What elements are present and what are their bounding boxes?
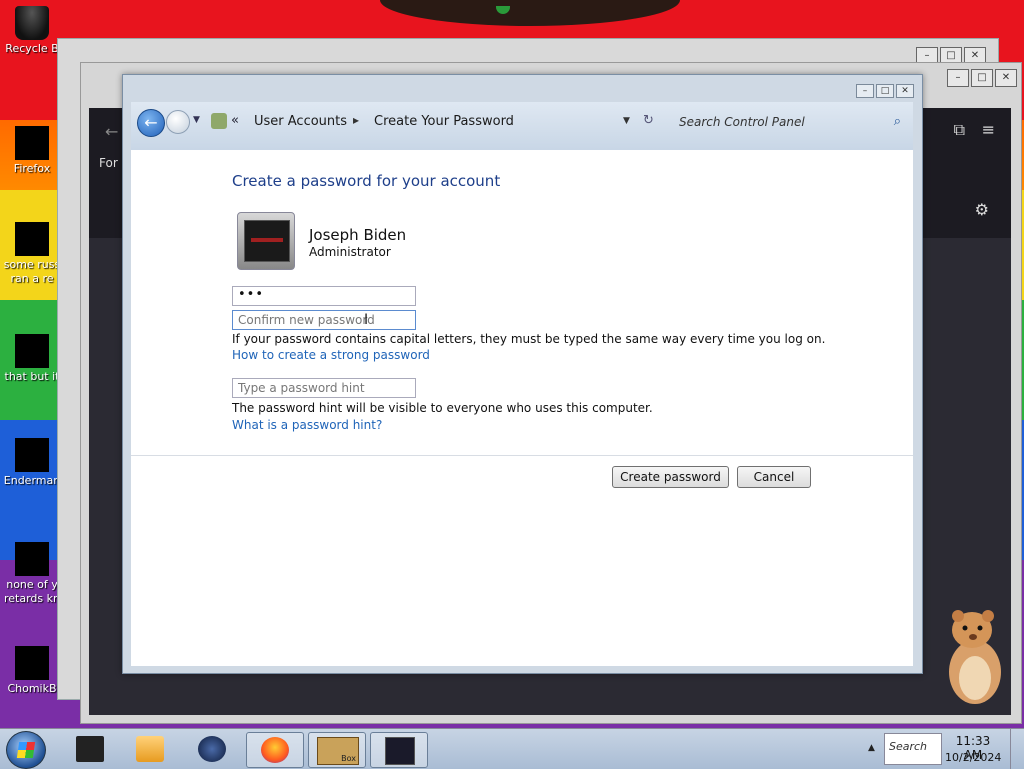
desktop-icon-document[interactable]: some russ ran a re (0, 222, 64, 286)
window-caption-buttons: – □ ✕ (947, 69, 1017, 87)
forward-button[interactable] (166, 110, 190, 134)
user-name: Joseph Biden (309, 226, 407, 244)
minimize-icon[interactable]: – (856, 84, 874, 98)
document-icon (15, 222, 49, 256)
hamster-box-icon: Box (317, 737, 359, 765)
taskbar: Box ▲ Search 11:33 AM 10/2/2024 (0, 728, 1024, 769)
desktop-icon-firefox[interactable]: Firefox (0, 126, 64, 176)
confirm-password-field[interactable]: Confirm new password I (232, 310, 416, 330)
avatar (237, 212, 295, 270)
new-password-field[interactable]: ••• (232, 286, 416, 306)
capital-letters-note: If your password contains capital letter… (232, 332, 826, 346)
desktop-icon-label: Firefox (13, 162, 51, 175)
app-icon (15, 542, 49, 576)
password-hint-field[interactable]: Type a password hint (232, 378, 416, 398)
control-panel-icon (385, 737, 415, 765)
tray-search-box[interactable]: Search (884, 733, 942, 765)
control-panel-icon (211, 113, 227, 129)
hamster-image (949, 610, 1001, 704)
recent-pages-dropdown[interactable]: ▼ (193, 115, 200, 125)
desktop-icon-enderman[interactable]: Enderman (0, 438, 64, 488)
box-label: Box (341, 754, 356, 763)
breadcrumb-user-accounts[interactable]: User Accounts (254, 114, 347, 129)
desktop-icon-label: Enderman (3, 474, 61, 487)
address-bar: ← ▼ « User Accounts ▸ Create Your Passwo… (131, 102, 913, 150)
start-button[interactable] (6, 731, 46, 769)
search-placeholder: Search Control Panel (679, 115, 805, 129)
close-icon[interactable]: ✕ (995, 69, 1017, 87)
recycle-bin-icon (15, 6, 49, 40)
desktop-icon-folder[interactable]: that but it (0, 334, 64, 384)
taskbar-item-box[interactable]: Box (308, 732, 366, 768)
tray-search-text: Search (889, 740, 928, 753)
taskbar-item-3[interactable] (184, 732, 240, 766)
firefox-icon (261, 737, 289, 763)
desktop-icon-label: that but it (4, 370, 60, 383)
text-cursor-icon: I (364, 312, 369, 328)
password-hint-link[interactable]: What is a password hint? (232, 418, 382, 432)
search-icon[interactable]: ⌕ (894, 114, 901, 129)
app-icon (15, 438, 49, 472)
breadcrumb-overflow[interactable]: « (231, 113, 239, 128)
firefox-icon (15, 126, 49, 160)
show-hidden-icons-button[interactable]: ▲ (868, 743, 875, 753)
create-password-button[interactable]: Create password (612, 466, 729, 488)
back-arrow-icon[interactable]: ← (105, 122, 118, 141)
page-title: Create a password for your account (232, 172, 501, 190)
puzzle-icon[interactable]: ⧉ (954, 120, 965, 140)
taskbar-item-1[interactable] (62, 732, 118, 766)
confirm-password-placeholder: Confirm new password (238, 313, 375, 327)
maximize-icon[interactable]: □ (971, 69, 993, 87)
back-button[interactable]: ← (137, 109, 165, 137)
breadcrumb-create-password[interactable]: Create Your Password (374, 114, 514, 129)
desktop-icon-label: some russ ran a re (3, 258, 61, 285)
divider (131, 455, 913, 456)
minimize-icon[interactable]: – (947, 69, 969, 87)
taskbar-item-firefox[interactable] (246, 732, 304, 768)
wallpaper-decoration (380, 0, 680, 26)
desktop-icon-label: Recycle B (5, 42, 59, 55)
maximize-icon[interactable]: □ (876, 84, 894, 98)
hamster-icon (15, 646, 49, 680)
hint-visibility-note: The password hint will be visible to eve… (232, 401, 653, 415)
new-password-value: ••• (238, 287, 265, 302)
content-pane: Create a password for your account Josep… (131, 150, 913, 666)
search-input[interactable]: Search Control Panel ⌕ (671, 110, 907, 134)
hamburger-icon[interactable]: ≡ (982, 120, 995, 139)
clock-date[interactable]: 10/2/2024 (945, 751, 1001, 764)
desktop-icon-label: none of y retards kn (4, 578, 60, 605)
user-role: Administrator (309, 245, 391, 259)
strong-password-link[interactable]: How to create a strong password (232, 348, 430, 362)
desktop-icon-chomik[interactable]: ChomikB (0, 646, 64, 696)
address-dropdown[interactable]: ▼ (623, 116, 630, 126)
desktop-icon-label: ChomikB (7, 682, 57, 695)
cancel-button[interactable]: Cancel (737, 466, 811, 488)
password-hint-placeholder: Type a password hint (238, 381, 365, 395)
windows-logo-icon (16, 742, 36, 758)
taskbar-item-control-panel[interactable] (370, 732, 428, 768)
desktop-icon-none[interactable]: none of y retards kn (0, 542, 64, 606)
control-panel-window[interactable]: – □ ✕ ← ▼ « User Accounts ▸ Create Your … (122, 74, 923, 674)
window-caption-buttons: – □ ✕ (856, 84, 914, 98)
media-player-icon (136, 736, 164, 762)
refresh-icon[interactable]: ↻ (643, 113, 654, 128)
show-desktop-button[interactable] (1010, 729, 1024, 769)
monitor-icon (76, 736, 104, 762)
desktop-icon-recycle-bin[interactable]: Recycle B (0, 6, 64, 56)
taskbar-item-2[interactable] (122, 732, 178, 766)
folder-icon (15, 334, 49, 368)
close-icon[interactable]: ✕ (896, 84, 914, 98)
globe-icon (198, 736, 226, 762)
gear-icon[interactable]: ⚙ (975, 200, 989, 219)
breadcrumb-separator[interactable]: ▸ (353, 113, 359, 127)
